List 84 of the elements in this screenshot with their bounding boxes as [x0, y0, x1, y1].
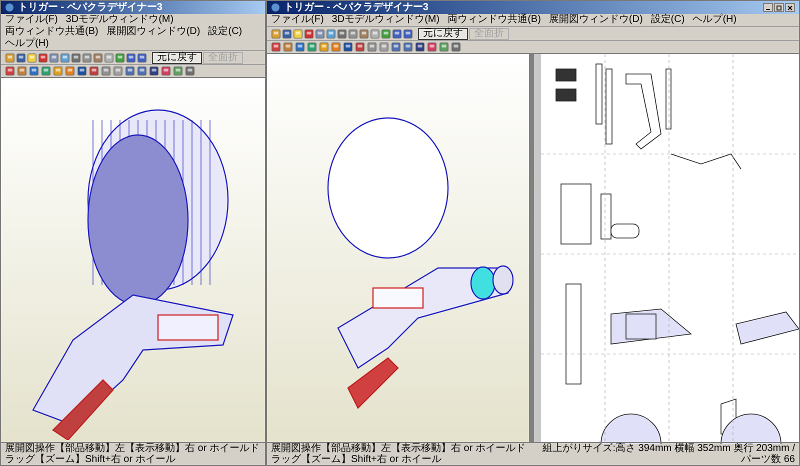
menu-item[interactable]: ファイル(F): [5, 14, 58, 26]
tool-icon[interactable]: [185, 66, 195, 76]
restore-icon: [776, 4, 782, 10]
tool-icon[interactable]: [427, 42, 437, 52]
app-icon: [5, 3, 14, 12]
tool-icon[interactable]: [403, 28, 413, 38]
tool-icon[interactable]: [93, 52, 103, 62]
tool-icon[interactable]: [173, 66, 183, 76]
tool-icon[interactable]: [315, 28, 325, 38]
tool-icon[interactable]: [115, 52, 125, 62]
undo-button[interactable]: 元に戻す: [418, 28, 468, 40]
menu-item[interactable]: 展開図ウィンドウ(D): [106, 26, 200, 38]
tool-icon[interactable]: [41, 66, 51, 76]
tool-icon[interactable]: [451, 42, 461, 52]
menu-item[interactable]: 設定(C): [208, 26, 242, 38]
tool-icon[interactable]: [379, 42, 389, 52]
tool-icon[interactable]: [53, 66, 63, 76]
menu-item[interactable]: ファイル(F): [271, 14, 324, 26]
tool-icon[interactable]: [5, 52, 15, 62]
menu-item[interactable]: ヘルプ(H): [5, 38, 49, 50]
tool-icon[interactable]: [38, 52, 48, 62]
window-title: トリガー - ペパクラデザイナー3: [284, 2, 428, 12]
status-text: 展開図操作【部品移動】左【表示移動】右 or ホイールドラッグ【ズーム】Shift+右 or ホイール: [5, 443, 260, 465]
tool-icon[interactable]: [337, 28, 347, 38]
tool-icon[interactable]: [27, 52, 37, 62]
status-text: 組上がりサイズ:高さ 394mm 横幅 352mm 奥行 203mm / パーツ数 66: [542, 443, 795, 465]
tool-icon[interactable]: [137, 52, 147, 62]
tool-icon[interactable]: [149, 66, 159, 76]
minimize-button[interactable]: [763, 3, 773, 12]
tool-icon[interactable]: [77, 66, 87, 76]
tool-icon[interactable]: [348, 28, 358, 38]
tool-icon[interactable]: [104, 52, 114, 62]
menu-item[interactable]: 両ウィンドウ共通(B): [448, 14, 541, 26]
tool-icon[interactable]: [355, 42, 365, 52]
tool-icon[interactable]: [343, 42, 353, 52]
tool-icon[interactable]: [89, 66, 99, 76]
tool-icon[interactable]: [283, 42, 293, 52]
tool-icon[interactable]: [319, 42, 329, 52]
tool-icon[interactable]: [65, 66, 75, 76]
tool-icon[interactable]: [331, 42, 341, 52]
menu-item[interactable]: ヘルプ(H): [692, 14, 737, 26]
close-button[interactable]: [785, 3, 795, 12]
app-icon: [271, 3, 280, 12]
tool-icon[interactable]: [307, 42, 317, 52]
tool-icon[interactable]: [113, 66, 123, 76]
tool-icon[interactable]: [82, 52, 92, 62]
tool-icon[interactable]: [271, 28, 281, 38]
tool-icon[interactable]: [126, 52, 136, 62]
tool-icon[interactable]: [16, 52, 26, 62]
tool-icon[interactable]: [304, 28, 314, 38]
tool-icon[interactable]: [367, 42, 377, 52]
tool-icon[interactable]: [137, 66, 147, 76]
tool-icon[interactable]: [326, 28, 336, 38]
tool-icon[interactable]: [293, 28, 303, 38]
tool-icon[interactable]: [17, 66, 27, 76]
menu-item[interactable]: 設定(C): [650, 14, 685, 26]
tool-icon[interactable]: [5, 66, 15, 76]
tool-icon[interactable]: [403, 42, 413, 52]
tool-icon[interactable]: [161, 66, 171, 76]
menu-item[interactable]: 両ウィンドウ共通(B): [5, 26, 98, 38]
tool-icon[interactable]: [359, 28, 369, 38]
tool-icon[interactable]: [125, 66, 135, 76]
tool-icon[interactable]: [271, 42, 281, 52]
tool-icon[interactable]: [391, 42, 401, 52]
tool-icon[interactable]: [282, 28, 292, 38]
tool-icon[interactable]: [370, 28, 380, 38]
menu-item[interactable]: 3Dモデルウィンドウ(M): [66, 14, 174, 26]
tool-icon[interactable]: [381, 28, 391, 38]
tool-icon[interactable]: [49, 52, 59, 62]
menu-item[interactable]: 3Dモデルウィンドウ(M): [332, 14, 440, 26]
tool-icon[interactable]: [295, 42, 305, 52]
tool-icon[interactable]: [415, 42, 425, 52]
status-text: 展開図操作【部品移動】左【表示移動】右 or ホイールドラッグ【ズーム】Shift+右 or ホイール: [271, 443, 526, 465]
tool-icon[interactable]: [60, 52, 70, 62]
tool-icon[interactable]: [29, 66, 39, 76]
menu-item[interactable]: 展開図ウィンドウ(D): [548, 14, 643, 26]
tool-icon[interactable]: [101, 66, 111, 76]
tool-icon[interactable]: [71, 52, 81, 62]
undo-button[interactable]: 元に戻す: [152, 52, 202, 64]
tool-icon[interactable]: [392, 28, 402, 38]
window-title: トリガー - ペパクラデザイナー3: [18, 2, 162, 12]
close-icon: [787, 4, 793, 10]
restore-button[interactable]: [774, 3, 784, 12]
tool-icon[interactable]: [439, 42, 449, 52]
